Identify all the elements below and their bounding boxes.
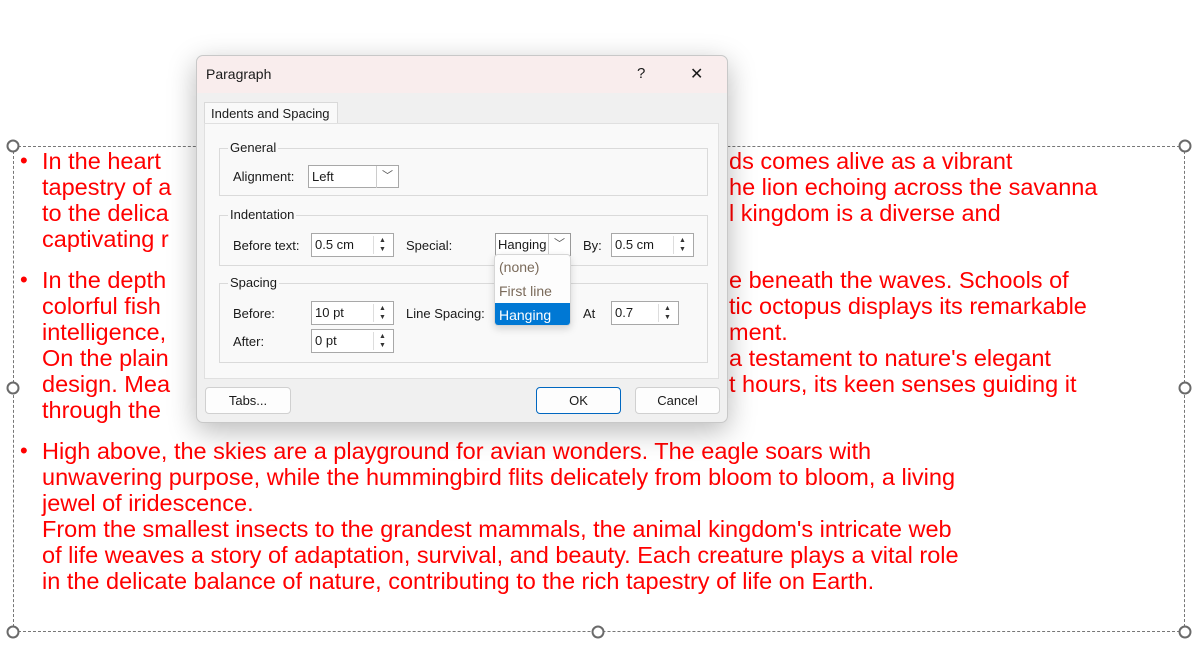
spinner[interactable]: ▲ ▼ [658, 304, 676, 322]
alignment-value: Left [312, 169, 334, 184]
alignment-dropdown[interactable]: Left ﹀ [308, 165, 399, 188]
at-input[interactable]: 0.7 ▲ ▼ [611, 301, 679, 325]
spacing-label: Spacing [228, 275, 279, 290]
resize-handle-bottom-left[interactable] [6, 625, 20, 639]
spinner[interactable]: ▲ ▼ [373, 304, 391, 322]
text-line: through the [42, 397, 161, 423]
text-line: in the delicate balance of nature, contr… [42, 568, 875, 594]
text-line: to the delica [42, 200, 169, 226]
general-group: General Alignment: Left ﹀ [219, 140, 708, 196]
at-value: 0.7 [615, 305, 634, 320]
resize-handle-bottom-right[interactable] [1178, 625, 1192, 639]
spinner[interactable]: ▲ ▼ [373, 332, 391, 350]
by-input[interactable]: 0.5 cm ▲ ▼ [611, 233, 694, 257]
at-label: At [583, 306, 596, 321]
text-line-fragment: t hours, its keen senses guiding it [729, 371, 1077, 397]
text-line: of life weaves a story of adaptation, su… [42, 542, 959, 568]
paragraph-dialog: Paragraph ? ✕ Indents and Spacing Genera… [196, 55, 728, 423]
alignment-label: Alignment: [233, 169, 295, 184]
resize-handle-left[interactable] [6, 381, 20, 395]
text-line: From the smallest insects to the grandes… [42, 516, 952, 542]
text-line-fragment: a testament to nature's elegant [729, 345, 1051, 371]
text-line: colorful fish [42, 293, 161, 319]
text-line: captivating r [42, 226, 169, 252]
before-label: Before: [233, 306, 275, 321]
spacing-group: Spacing Before: 10 pt ▲ ▼ After: 0 pt ▲ ▼ … [219, 275, 708, 363]
special-option-none[interactable]: (none) [495, 255, 570, 279]
chevron-down-icon: ﹀ [548, 234, 570, 256]
after-spacing-input[interactable]: 0 pt ▲ ▼ [311, 329, 394, 353]
text-line: On the plain [42, 345, 169, 371]
text-line: intelligence, [42, 319, 167, 345]
text-line-fragment: ds comes alive as a vibrant [729, 148, 1013, 174]
text-line: jewel of iridescence. [42, 490, 254, 516]
line-spacing-label: Line Spacing: [406, 306, 485, 321]
ok-button[interactable]: OK [536, 387, 621, 414]
text-line: In the heart [42, 148, 161, 174]
special-option-hanging[interactable]: Hanging [495, 303, 570, 325]
after-spacing-value: 0 pt [315, 333, 337, 348]
tab-panel: General Alignment: Left ﹀ Indentation Be… [204, 123, 719, 379]
bullet-icon: • [20, 267, 28, 292]
resize-handle-top-left[interactable] [6, 139, 20, 153]
indentation-group: Indentation Before text: 0.5 cm ▲ ▼ Speci… [219, 207, 708, 266]
before-spacing-input[interactable]: 10 pt ▲ ▼ [311, 301, 394, 325]
resize-handle-top-right[interactable] [1178, 139, 1192, 153]
text-line: In the depth [42, 267, 167, 293]
chevron-down-icon: ﹀ [376, 166, 398, 188]
help-button[interactable]: ? [637, 65, 645, 82]
dialog-title: Paragraph [206, 66, 272, 82]
before-spacing-value: 10 pt [315, 305, 344, 320]
spinner[interactable]: ▲ ▼ [373, 236, 391, 254]
special-value: Hanging [498, 237, 547, 252]
general-label: General [228, 140, 279, 155]
dialog-title-bar: Paragraph ? ✕ [197, 56, 727, 93]
by-value: 0.5 cm [615, 237, 655, 252]
bullet-icon: • [20, 438, 28, 463]
text-line: unwavering purpose, while the hummingbir… [42, 464, 956, 490]
text-line-fragment: tic octopus displays its remarkable [729, 293, 1087, 319]
text-line: High above, the skies are a playground f… [42, 438, 872, 464]
special-label: Special: [406, 238, 453, 253]
text-line: design. Mea [42, 371, 171, 397]
tabs-button[interactable]: Tabs... [205, 387, 291, 414]
close-icon[interactable]: ✕ [690, 64, 703, 84]
before-text-input[interactable]: 0.5 cm ▲ ▼ [311, 233, 394, 257]
before-text-value: 0.5 cm [315, 237, 355, 252]
text-line: tapestry of a [42, 174, 172, 200]
before-text-label: Before text: [233, 238, 300, 253]
special-option-first-line[interactable]: First line [495, 279, 570, 303]
text-line-fragment: e beneath the waves. Schools of [729, 267, 1069, 293]
tab-indents-and-spacing[interactable]: Indents and Spacing [204, 102, 338, 124]
text-line-fragment: l kingdom is a diverse and [729, 200, 1001, 226]
by-label: By: [583, 238, 602, 253]
spinner[interactable]: ▲ ▼ [673, 236, 691, 254]
bullet-icon: • [20, 148, 28, 173]
text-line-fragment: ment. [729, 319, 788, 345]
after-label: After: [233, 334, 265, 349]
indentation-label: Indentation [228, 207, 297, 222]
special-dropdown[interactable]: Hanging ﹀ [495, 233, 571, 256]
text-line-fragment: he lion echoing across the savanna [729, 174, 1098, 200]
cancel-button[interactable]: Cancel [635, 387, 720, 414]
special-dropdown-list: (none) First line Hanging [494, 254, 571, 326]
resize-handle-bottom[interactable] [591, 625, 605, 639]
resize-handle-right[interactable] [1178, 381, 1192, 395]
